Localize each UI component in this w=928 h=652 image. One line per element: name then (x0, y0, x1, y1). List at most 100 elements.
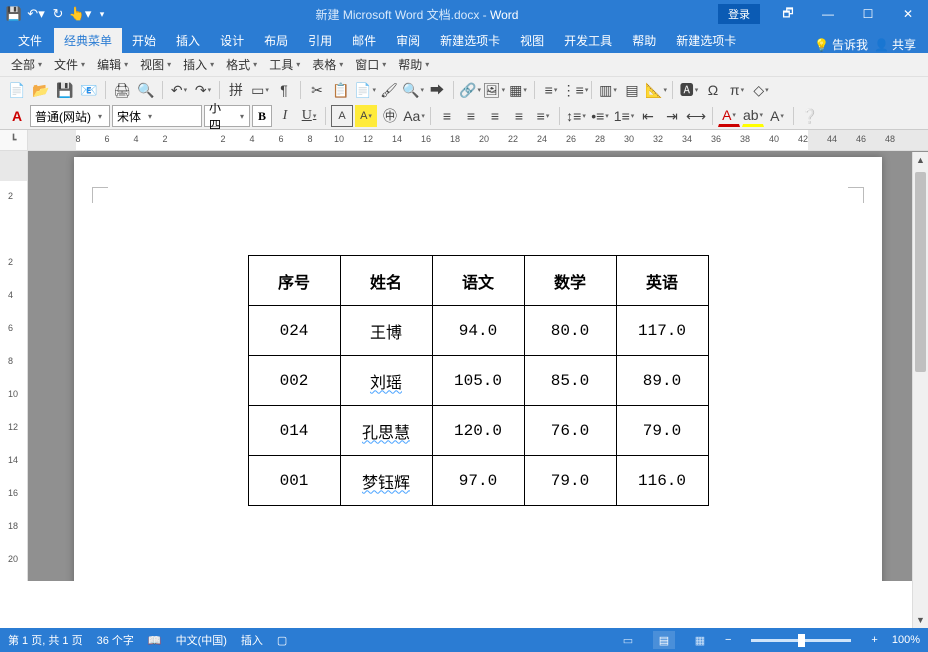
menu-tools[interactable]: 工具 (264, 54, 305, 75)
table-cell[interactable]: 王博 (340, 306, 432, 356)
insert-mode-label[interactable]: 插入 (241, 632, 263, 648)
open-icon[interactable]: 📂 (30, 79, 52, 101)
macro-icon[interactable]: ▢ (277, 634, 287, 647)
menu-window[interactable]: 窗口 (350, 54, 391, 75)
increase-indent-icon[interactable]: ⇥ (661, 105, 683, 127)
table-cell[interactable]: 孔思慧 (340, 406, 432, 456)
ruler-corner-icon[interactable]: ┗ (0, 130, 28, 150)
tab-review[interactable]: 审阅 (386, 28, 430, 53)
minimize-button[interactable]: — (808, 0, 848, 28)
styles-icon[interactable]: A (6, 105, 28, 127)
header-footer-icon[interactable]: ▤ (621, 79, 643, 101)
table-cell[interactable]: 79.0 (524, 456, 616, 506)
tab-developer[interactable]: 开发工具 (554, 28, 622, 53)
underline-button[interactable]: U (298, 105, 320, 127)
menu-help[interactable]: 帮助 (393, 54, 434, 75)
table-cell[interactable]: 014 (248, 406, 340, 456)
copy-icon[interactable]: 📋 (330, 79, 352, 101)
data-table[interactable]: 序号姓名语文数学英语 024王博94.080.0117.0002刘瑶105.08… (248, 255, 709, 506)
line-spacing-icon[interactable]: ↕≡ (565, 105, 587, 127)
font-selector[interactable]: 宋体 (112, 105, 202, 127)
italic-button[interactable]: I (274, 105, 296, 127)
menu-insert[interactable]: 插入 (178, 54, 219, 75)
redo-icon[interactable]: ↻ (48, 4, 68, 24)
print-icon[interactable]: 🖨 (111, 79, 133, 101)
decrease-indent-icon[interactable]: ⇤ (637, 105, 659, 127)
scroll-down-icon[interactable]: ▼ (913, 612, 928, 628)
tab-home[interactable]: 开始 (122, 28, 166, 53)
tab-file[interactable]: 文件 (6, 28, 54, 53)
word-count-label[interactable]: 36 个字 (97, 632, 134, 648)
table-cell[interactable]: 105.0 (432, 356, 524, 406)
undo-button[interactable]: ↶ (168, 79, 190, 101)
table-cell[interactable]: 117.0 (616, 306, 708, 356)
table-cell[interactable]: 001 (248, 456, 340, 506)
undo-icon[interactable]: ↶▾ (26, 4, 46, 24)
cut-icon[interactable]: ✂ (306, 79, 328, 101)
table-cell[interactable]: 94.0 (432, 306, 524, 356)
wordart-icon[interactable]: 🅰 (678, 79, 700, 101)
tab-design[interactable]: 设计 (210, 28, 254, 53)
maximize-button[interactable]: ☐ (848, 0, 888, 28)
menu-edit[interactable]: 编辑 (92, 54, 133, 75)
style-selector[interactable]: 普通(网站) (30, 105, 110, 127)
tab-layout[interactable]: 布局 (254, 28, 298, 53)
font-size-selector[interactable]: 小四 (204, 105, 250, 127)
tab-mailings[interactable]: 邮件 (342, 28, 386, 53)
enclose-char-icon[interactable]: ㊥ (379, 105, 401, 127)
new-doc-icon[interactable]: 📄 (6, 79, 28, 101)
tab-help[interactable]: 帮助 (622, 28, 666, 53)
equation-icon[interactable]: π (726, 79, 748, 101)
table-cell[interactable]: 刘瑶 (340, 356, 432, 406)
char-border-button[interactable]: A (331, 105, 353, 127)
goto-icon[interactable]: ⮕ (426, 79, 448, 101)
numbering-icon[interactable]: ⋮≡ (564, 79, 586, 101)
table-header[interactable]: 姓名 (340, 256, 432, 306)
symbol-icon[interactable]: Ω (702, 79, 724, 101)
tab-references[interactable]: 引用 (298, 28, 342, 53)
page-canvas[interactable]: 序号姓名语文数学英语 024王博94.080.0117.0002刘瑶105.08… (28, 151, 928, 581)
table-cell[interactable]: 97.0 (432, 456, 524, 506)
table-cell[interactable]: 116.0 (616, 456, 708, 506)
vertical-scrollbar[interactable]: ▲ ▼ (912, 152, 928, 628)
scrollbar-thumb[interactable] (915, 172, 926, 372)
save-icon[interactable]: 💾 (4, 4, 24, 24)
table-cell[interactable]: 80.0 (524, 306, 616, 356)
language-label[interactable]: 中文(中国) (176, 632, 227, 648)
tab-view[interactable]: 视图 (510, 28, 554, 53)
table-row[interactable]: 001梦钰辉97.079.0116.0 (248, 456, 708, 506)
zoom-in-button[interactable]: + (871, 634, 877, 646)
zoom-thumb[interactable] (798, 634, 805, 647)
share-button[interactable]: 👤 共享 (874, 36, 916, 53)
touch-mode-icon[interactable]: 👆▾ (70, 4, 90, 24)
border-button[interactable]: ▭ (249, 79, 271, 101)
close-button[interactable]: ✕ (888, 0, 928, 28)
qat-customize-icon[interactable]: ▾ (92, 4, 112, 24)
help-icon[interactable]: ❔ (799, 105, 821, 127)
change-case-icon[interactable]: Aa (403, 105, 425, 127)
preview-icon[interactable]: 🔍 (135, 79, 157, 101)
menu-format[interactable]: 格式 (221, 54, 262, 75)
tab-new1[interactable]: 新建选项卡 (430, 28, 510, 53)
char-scale-icon[interactable]: ⟷ (685, 105, 707, 127)
font-color-icon[interactable]: A (718, 105, 740, 127)
page-number-label[interactable]: 第 1 页, 共 1 页 (8, 632, 83, 648)
table-row[interactable]: 002刘瑶105.085.089.0 (248, 356, 708, 406)
menu-table[interactable]: 表格 (307, 54, 348, 75)
paste-icon[interactable]: 📄 (354, 79, 376, 101)
table-cell[interactable]: 89.0 (616, 356, 708, 406)
show-marks-icon[interactable]: ¶ (273, 79, 295, 101)
bold-button[interactable]: B (252, 105, 272, 127)
table-cell[interactable]: 85.0 (524, 356, 616, 406)
align-center-icon[interactable]: ≡ (460, 105, 482, 127)
format-painter-icon[interactable]: 🖌 (378, 79, 400, 101)
table-row[interactable]: 024王博94.080.0117.0 (248, 306, 708, 356)
highlight-icon[interactable]: ab (742, 105, 764, 127)
bullets-2-icon[interactable]: •≡ (589, 105, 611, 127)
special-format-icon[interactable]: A (766, 105, 788, 127)
zoom-slider[interactable] (751, 639, 851, 642)
table-header[interactable]: 语文 (432, 256, 524, 306)
horizontal-ruler[interactable]: ┗ 86422468101214161820222426283032343638… (0, 130, 928, 151)
phonetic-icon[interactable]: 拼 (225, 79, 247, 101)
vertical-ruler[interactable]: 22468101214161820 (0, 151, 28, 581)
